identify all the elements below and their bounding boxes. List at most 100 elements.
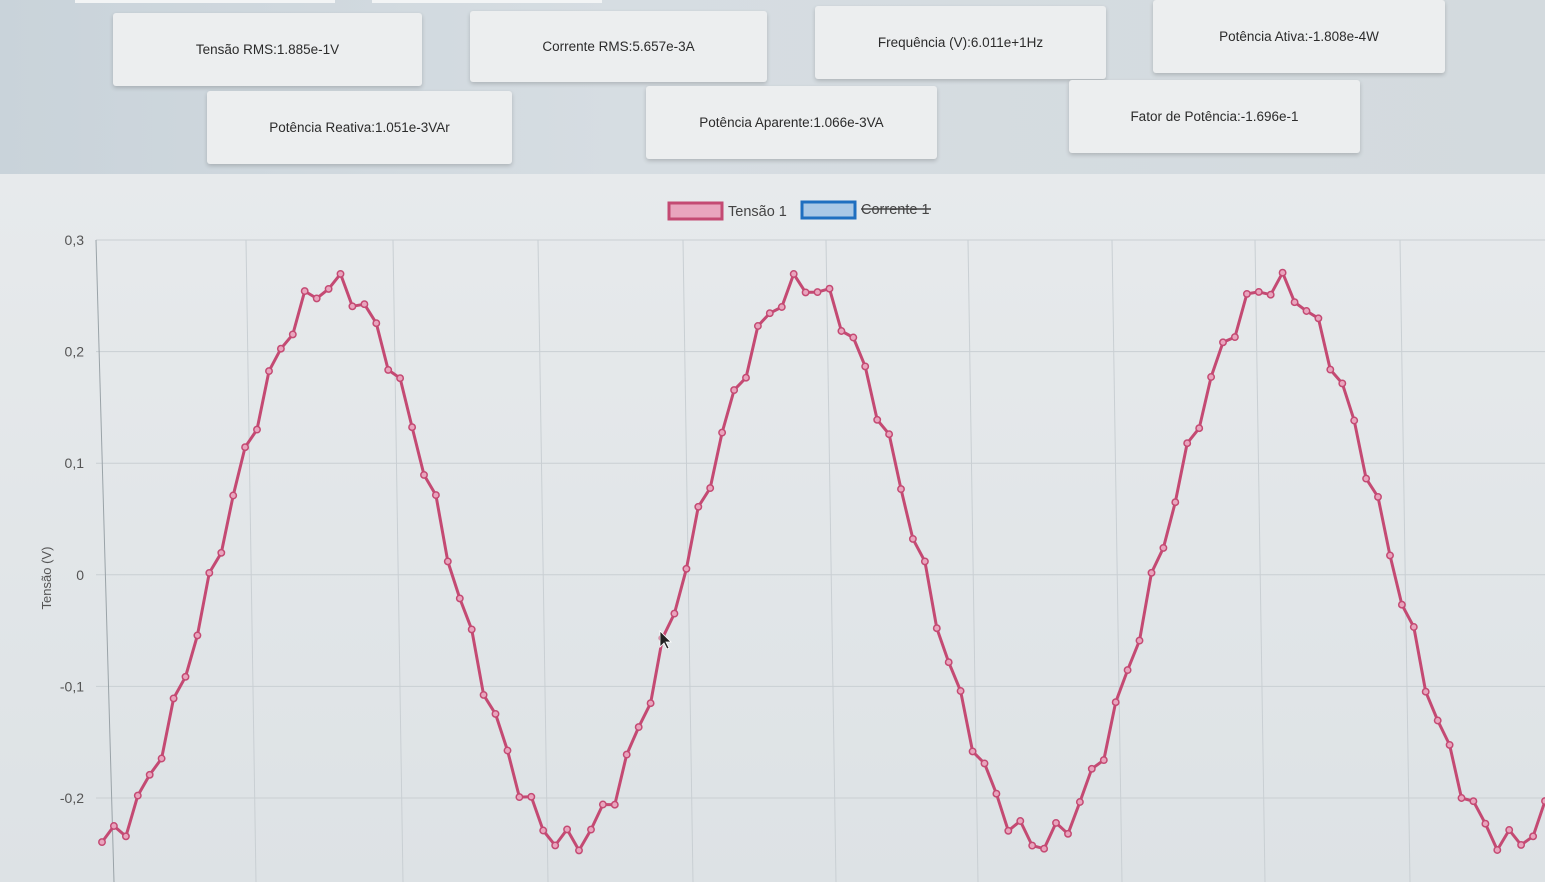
data-point — [801, 288, 810, 297]
data-point — [753, 322, 762, 330]
data-point — [980, 759, 989, 768]
data-point — [1481, 819, 1490, 828]
legend-label-tensao: Tensão 1 — [728, 204, 787, 220]
data-point — [336, 269, 345, 278]
data-point — [229, 491, 238, 500]
data-point — [1445, 740, 1454, 749]
y-axis-ticks: 0,3 0,2 0,1 0 -0,1 -0,2 — [60, 232, 84, 806]
data-point — [730, 386, 739, 395]
data-point — [1230, 333, 1239, 342]
data-point — [1493, 846, 1502, 854]
data-point — [1254, 287, 1263, 296]
data-point — [98, 838, 106, 847]
data-point — [527, 792, 536, 801]
data-point — [1242, 289, 1251, 298]
data-point — [324, 284, 333, 293]
data-point — [575, 846, 583, 855]
data-point — [1111, 698, 1120, 707]
series-tensao-1 — [98, 268, 1545, 855]
data-point — [515, 793, 524, 802]
data-point — [169, 694, 178, 703]
data-point — [861, 362, 870, 371]
data-point — [1338, 379, 1347, 388]
data-point — [1087, 764, 1096, 773]
data-point — [1123, 666, 1132, 675]
data-point — [491, 709, 500, 718]
data-point — [1397, 600, 1406, 609]
data-point — [455, 594, 464, 603]
data-point — [1505, 826, 1514, 834]
data-point — [1219, 338, 1227, 347]
data-point — [849, 333, 858, 342]
y-axis-line — [95, 239, 115, 882]
data-point — [133, 791, 142, 800]
data-point — [372, 319, 381, 328]
data-point — [789, 270, 798, 278]
data-point — [145, 770, 154, 779]
data-point — [992, 789, 1001, 798]
data-point — [646, 699, 655, 708]
data-point — [396, 374, 405, 383]
gridline-vertical — [1111, 239, 1123, 882]
data-point — [384, 365, 393, 374]
voltage-chart: 0,3 0,2 0,1 0 -0,1 -0,2 Tensão (V) Tensão 1 C… — [39, 200, 1545, 882]
data-point — [1517, 840, 1526, 849]
data-point — [288, 330, 297, 339]
data-point — [276, 344, 285, 353]
data-point — [551, 841, 560, 850]
data-point — [670, 609, 679, 618]
data-point — [300, 287, 309, 296]
data-point — [1171, 498, 1180, 507]
series-line-tensao — [100, 271, 1545, 852]
data-point — [312, 294, 321, 303]
data-point — [1099, 756, 1108, 765]
data-point — [539, 826, 548, 835]
data-point — [205, 568, 214, 577]
data-point — [908, 534, 917, 543]
data-point — [109, 822, 118, 830]
data-point — [1052, 818, 1060, 827]
data-point — [1064, 829, 1072, 838]
y-tick-label: -0,1 — [60, 678, 84, 694]
data-point — [1350, 416, 1359, 425]
y-tick-label: 0,1 — [65, 455, 85, 471]
data-point — [1183, 439, 1192, 448]
legend-item-corrente[interactable]: Corrente 1 — [800, 200, 931, 220]
data-point — [1290, 298, 1299, 307]
legend: Tensão 1 Corrente 1 — [667, 200, 931, 221]
data-point — [408, 423, 417, 432]
data-point — [1266, 290, 1275, 299]
data-point — [181, 672, 190, 681]
data-point — [742, 373, 750, 382]
data-point — [622, 750, 631, 759]
data-point — [706, 484, 715, 493]
gridline-vertical — [537, 239, 549, 882]
data-point — [1314, 314, 1323, 323]
data-point — [885, 430, 894, 439]
data-point — [718, 428, 727, 437]
data-point — [1421, 687, 1430, 696]
data-point — [1326, 365, 1335, 374]
data-point — [944, 658, 953, 667]
data-point — [1040, 844, 1049, 853]
data-point — [837, 327, 846, 335]
data-point — [634, 723, 643, 732]
data-point — [121, 832, 130, 841]
data-point — [1028, 841, 1037, 850]
legend-item-tensao[interactable]: Tensão 1 — [667, 201, 787, 221]
data-point — [1135, 636, 1144, 645]
data-point — [1409, 623, 1418, 631]
gridline-vertical — [967, 239, 979, 882]
data-point — [420, 470, 428, 479]
data-point — [694, 502, 703, 511]
data-point — [932, 624, 941, 633]
y-tick-label: 0 — [76, 567, 84, 583]
data-point — [1207, 373, 1216, 381]
data-point — [920, 557, 929, 566]
data-point — [587, 825, 595, 834]
legend-swatch-tensao — [667, 201, 724, 221]
data-point — [897, 485, 905, 494]
data-point — [1457, 794, 1466, 802]
data-point — [241, 443, 250, 452]
data-point — [467, 625, 476, 634]
